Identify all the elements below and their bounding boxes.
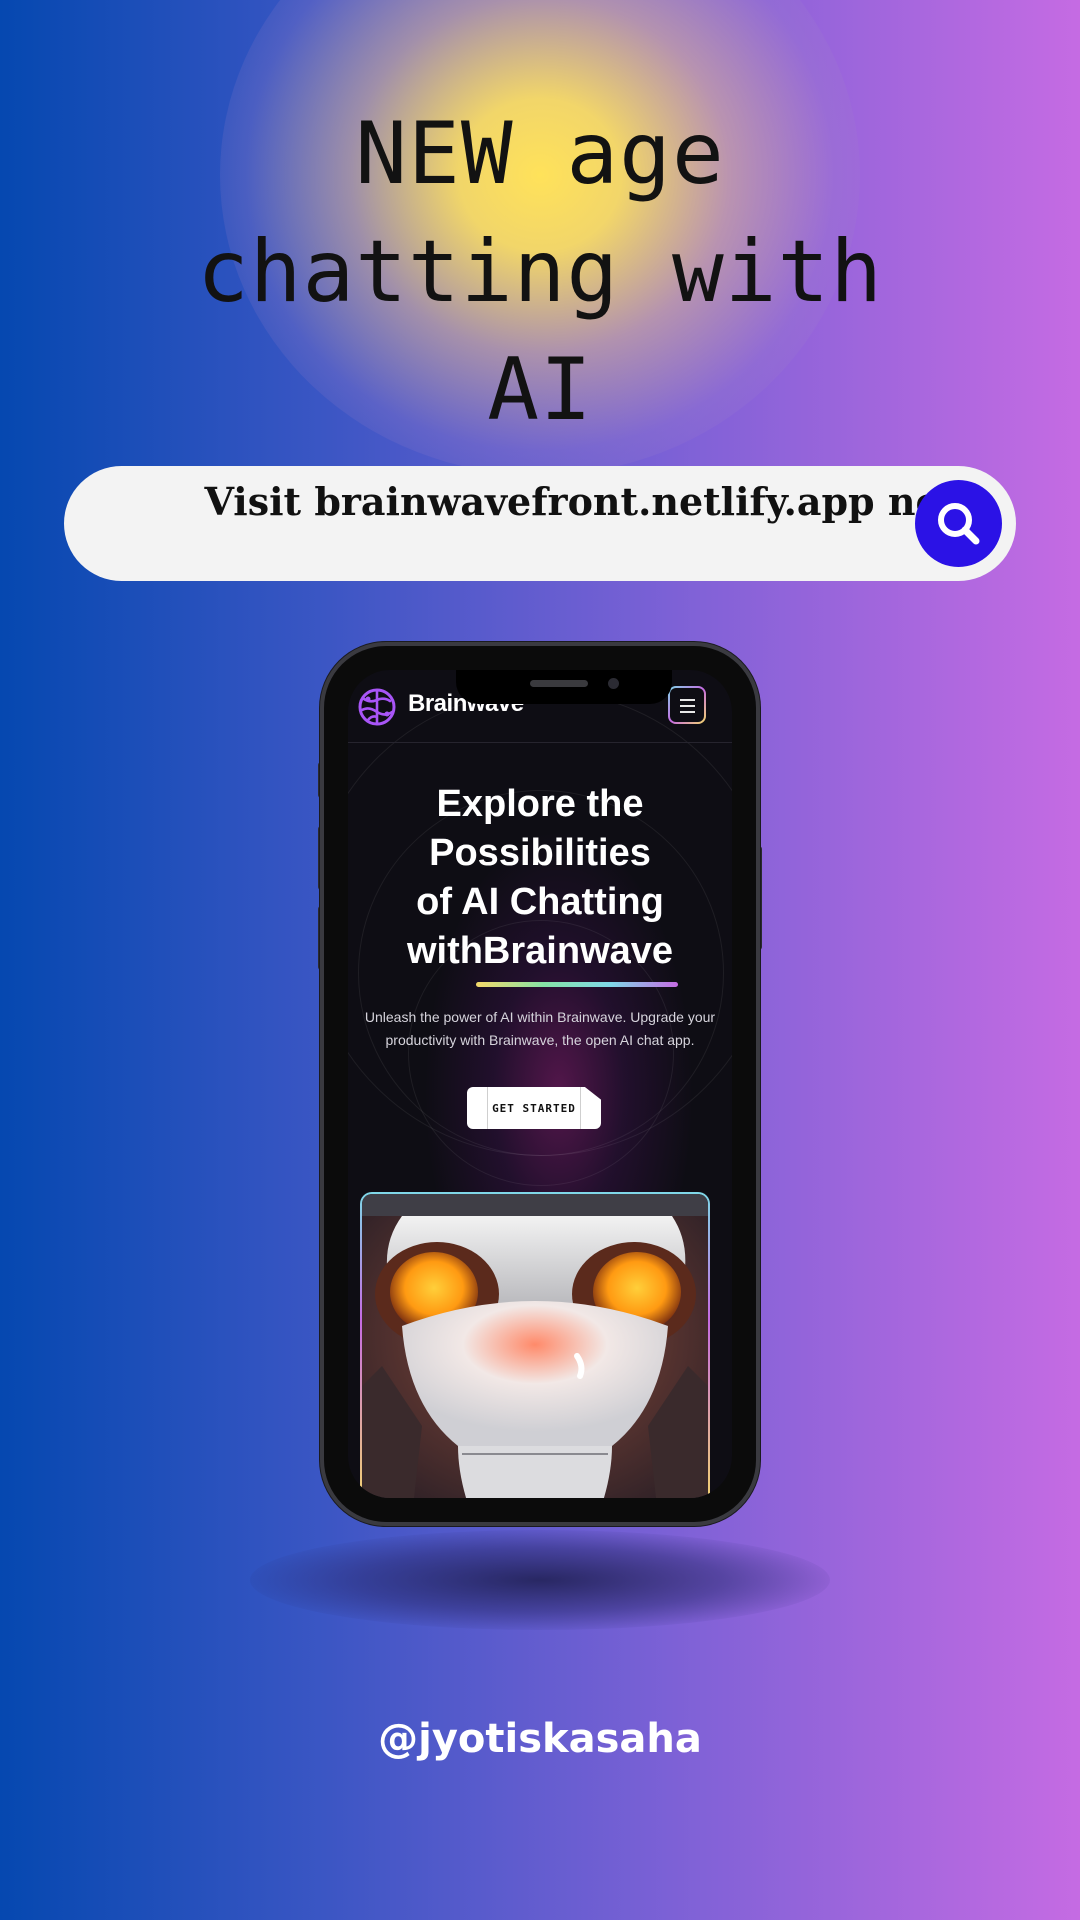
search-button[interactable] (915, 480, 1002, 567)
phone-shadow (250, 1530, 830, 1630)
headline-line-2: chatting with (196, 222, 884, 322)
robot-image-card (360, 1192, 710, 1498)
get-started-button[interactable]: GET STARTED (467, 1087, 601, 1129)
phone-power-button (756, 846, 762, 950)
author-handle: @jyotiskasaha (378, 1716, 702, 1762)
brain-icon (358, 688, 396, 726)
gradient-underline (476, 982, 678, 987)
hero-title-line-3: of AI Chatting (416, 881, 664, 923)
hero-title: Explore the Possibilities of AI Chatting… (348, 780, 732, 976)
phone-mockup: Brainwave Explore the Possibilities of A… (324, 646, 756, 1522)
search-icon (937, 502, 979, 544)
search-bar-text: Visit brainwavefront.netlify.app now (204, 479, 974, 524)
hero-title-line-4: withBrainwave (406, 930, 674, 972)
phone-screen: Brainwave Explore the Possibilities of A… (348, 670, 732, 1498)
poster-headline: NEW age chatting with AI (0, 95, 1080, 449)
hamburger-menu-button[interactable] (668, 686, 706, 724)
search-bar[interactable]: Visit brainwavefront.netlify.app now (64, 466, 1016, 581)
phone-speaker (530, 680, 588, 687)
phone-notch (456, 670, 672, 704)
headline-line-1: NEW age (355, 104, 725, 204)
hero-title-line-2: Possibilities (429, 832, 651, 874)
headline-line-3: AI (487, 340, 593, 440)
robot-face-image (362, 1216, 708, 1498)
image-card-topbar (362, 1194, 708, 1216)
hero-description: Unleash the power of AI within Brainwave… (364, 1009, 716, 1048)
hero-title-line-1: Explore the (436, 783, 644, 825)
camera-icon (608, 678, 619, 689)
